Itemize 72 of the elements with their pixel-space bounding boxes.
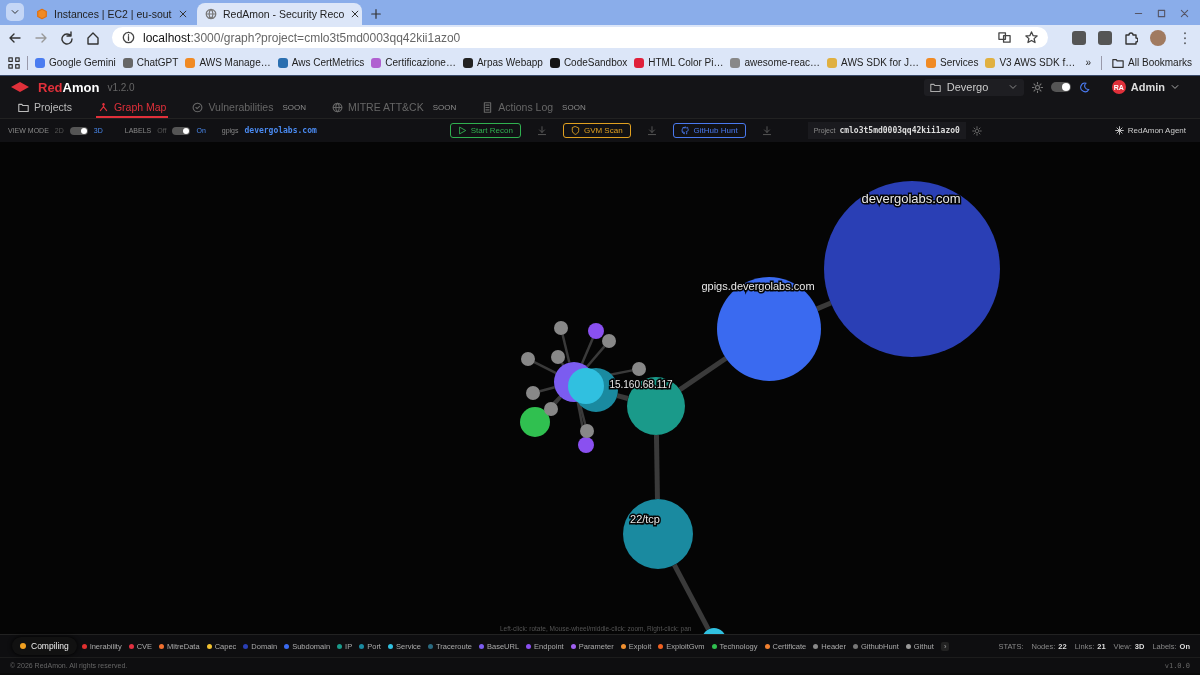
star-icon[interactable] [1025, 31, 1038, 44]
graph-edge [678, 356, 728, 392]
node-label: devergolabs.com [861, 191, 961, 206]
bookmark[interactable]: Aws CertMetrics [277, 57, 365, 68]
graph-node[interactable] [824, 181, 1000, 357]
nav-tab[interactable]: Projects [16, 98, 74, 118]
bookmark[interactable]: V3 AWS SDK f… [985, 57, 1076, 68]
graph-edge [816, 300, 832, 312]
soon-label: SOON [282, 102, 306, 112]
sun-icon [1031, 81, 1043, 93]
moon-icon [1078, 81, 1090, 93]
apps-icon[interactable] [8, 56, 20, 69]
sparkle-icon [1114, 126, 1124, 135]
bookmark[interactable]: AWS Manage… [185, 57, 271, 68]
project-selector[interactable]: Devergo [923, 78, 1024, 96]
more-bookmarks-button[interactable]: » [1085, 57, 1092, 68]
app-logo: RedAmon [38, 79, 100, 95]
puzzle-icon[interactable] [1124, 30, 1138, 45]
graph-icon [97, 101, 109, 113]
soon-label: SOON [562, 102, 586, 112]
soon-label: SOON [432, 102, 457, 112]
toggle-switch[interactable] [172, 126, 191, 135]
browser-tab[interactable]: Instances | EC2 | eu-sout [28, 3, 193, 25]
target-domain: devergolabs.com [244, 126, 317, 135]
bookmark[interactable]: awesome-reac… [730, 57, 821, 68]
globe-icon [332, 101, 343, 113]
action-button[interactable]: Start Recon [449, 123, 521, 138]
extension-icon[interactable] [1072, 30, 1086, 45]
bookmark[interactable]: Arpas Webapp [462, 57, 543, 68]
action-button[interactable]: GitHub Hunt [672, 123, 746, 138]
new-tab-button[interactable] [370, 8, 382, 20]
globe-icon [205, 8, 217, 20]
bookmark[interactable]: AWS SDK for J… [827, 57, 920, 68]
node-label: 22/tcp [630, 513, 660, 525]
chevron-icon [10, 7, 20, 17]
theme-toggle[interactable] [1050, 82, 1071, 92]
graph-edge [653, 434, 660, 500]
action-button[interactable]: GVM Scan [562, 123, 631, 138]
agent-button[interactable]: RedAmon Agent [1114, 126, 1186, 135]
folder-icon [929, 81, 941, 93]
clipboard-icon [482, 101, 494, 113]
bookmark[interactable]: HTML Color Pi… [634, 57, 724, 68]
bookmark[interactable]: Google Gemini [35, 57, 116, 68]
maximize-icon[interactable] [1156, 8, 1167, 19]
home-icon[interactable] [86, 30, 100, 45]
bookmark[interactable]: Services [926, 57, 979, 68]
chevron-icon [1170, 82, 1180, 92]
compiling-toast: Compiling [12, 637, 77, 655]
translate-icon[interactable] [998, 31, 1011, 44]
address-bar[interactable]: localhost:3000/graph?project=cmlo3t5md0003qq42kii1azo0 [112, 27, 1048, 48]
reload-icon[interactable] [60, 30, 74, 45]
extension-icon[interactable] [1098, 30, 1112, 45]
toggle-switch[interactable] [69, 126, 88, 135]
logo-icon [10, 81, 30, 93]
bookmark[interactable]: ChatGPT [122, 57, 179, 68]
version-label: v1.2.0 [107, 81, 135, 93]
bookmark[interactable]: Certificazione… [371, 57, 456, 68]
all-bookmarks-button[interactable]: All Bookmarks [1112, 56, 1192, 69]
avatar-icon[interactable] [1150, 29, 1166, 46]
url-text: localhost:3000/graph?project=cmlo3t5md0003qq42kii1azo0 [143, 30, 461, 45]
folder-icon [18, 101, 29, 113]
close-icon[interactable] [350, 9, 361, 19]
chevron-icon [1007, 82, 1018, 92]
plus-icon [370, 8, 382, 20]
info-icon[interactable] [122, 31, 135, 44]
play-icon [457, 126, 467, 135]
octocat-icon [680, 126, 690, 135]
folder-icon [1112, 56, 1125, 69]
close-icon[interactable] [177, 9, 188, 19]
graph-node[interactable] [623, 499, 693, 569]
browser-tab[interactable]: RedAmon - Security Reco [197, 3, 362, 25]
bookmark[interactable]: CodeSandbox [549, 57, 628, 68]
